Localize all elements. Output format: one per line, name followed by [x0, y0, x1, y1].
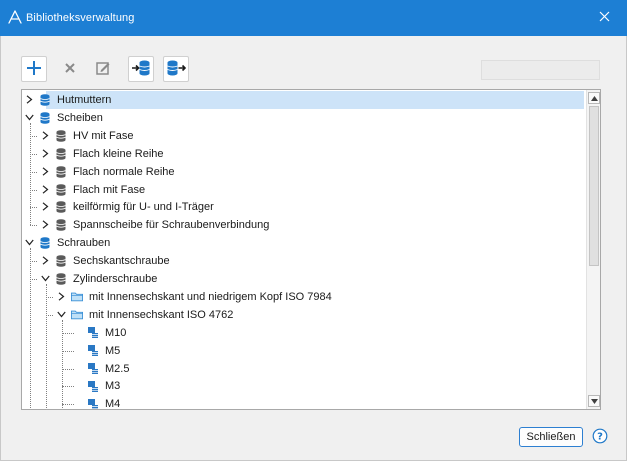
tree-row[interactable]: Flach normale Reihe: [22, 163, 586, 181]
screw-icon: [87, 326, 99, 340]
screw-icon: [87, 397, 99, 409]
tree-item-label: M4: [105, 398, 121, 410]
edit-button[interactable]: [90, 56, 116, 82]
collapsed-chevron-icon[interactable]: [57, 292, 66, 301]
database-icon: [55, 254, 67, 268]
tree-row[interactable]: M5: [22, 342, 586, 360]
screw-icon: [87, 362, 99, 376]
tree-item-label: M2.5: [105, 362, 130, 375]
tree-scrollbar[interactable]: [586, 90, 600, 409]
folder-icon: [71, 290, 83, 304]
tree-item-label: HV mit Fase: [73, 129, 134, 142]
tree-item-label: Scheiben: [57, 111, 103, 124]
tree-row[interactable]: Zylinderschraube: [22, 270, 586, 288]
tree-item-label: Flach mit Fase: [73, 183, 146, 196]
tree-item-label: Spannscheibe für Schraubenverbindung: [73, 219, 270, 232]
help-button[interactable]: ?: [591, 428, 609, 446]
screw-icon: [87, 379, 99, 393]
close-button[interactable]: Schließen: [519, 427, 583, 447]
tree-item-label: Flach kleine Reihe: [73, 147, 164, 160]
collapsed-chevron-icon[interactable]: [41, 256, 50, 265]
tree-row[interactable]: keilförmig für U- und I-Träger: [22, 198, 586, 216]
scroll-up-button[interactable]: [588, 92, 600, 104]
tree-row[interactable]: Flach mit Fase: [22, 181, 586, 199]
collapsed-chevron-icon[interactable]: [41, 149, 50, 158]
collapsed-chevron-icon[interactable]: [41, 184, 50, 194]
tree-row[interactable]: Flach kleine Reihe: [22, 145, 586, 163]
tree-row[interactable]: Sechskantschraube: [22, 252, 586, 270]
library-tree[interactable]: Hutmuttern Scheiben HV mit Fase Flach klein…: [21, 89, 601, 410]
database-import-icon: [131, 59, 151, 80]
tree-row[interactable]: mit Innensechskant und niedrigem Kopf IS…: [22, 288, 586, 306]
search-input[interactable]: [481, 60, 600, 80]
database-icon: [39, 93, 51, 107]
expanded-chevron-icon[interactable]: [25, 238, 34, 247]
expanded-chevron-icon[interactable]: [57, 310, 66, 319]
database-icon: [55, 147, 67, 161]
scroll-down-icon: [590, 395, 598, 407]
database-icon: [55, 272, 67, 286]
screw-icon: [87, 344, 99, 358]
window-title: Bibliotheksverwaltung: [26, 12, 135, 24]
tree-item-label: M5: [105, 344, 121, 357]
database-icon: [39, 236, 51, 250]
help-icon: ?: [592, 428, 608, 447]
title-bar: Bibliotheksverwaltung: [0, 0, 627, 36]
svg-text:?: ?: [597, 431, 603, 442]
tree-row[interactable]: HV mit Fase: [22, 127, 586, 145]
tree-item-label: mit Innensechskant ISO 4762: [89, 308, 234, 321]
tree-row[interactable]: Schrauben: [22, 234, 586, 252]
app-triangle-icon: [8, 10, 22, 24]
database-icon: [55, 218, 67, 232]
tree-row[interactable]: M10: [22, 324, 586, 342]
collapsed-chevron-icon[interactable]: [41, 166, 50, 176]
scroll-thumb[interactable]: [589, 106, 599, 266]
tree-item-label: Zylinderschraube: [73, 273, 158, 285]
database-icon: [55, 165, 67, 179]
x-icon: [64, 62, 76, 77]
tree-row[interactable]: Spannscheibe für Schraubenverbindung: [22, 216, 586, 234]
scroll-up-icon: [590, 92, 598, 104]
tree-row[interactable]: M2.5: [22, 360, 586, 378]
tree-item-label: Sechskantschraube: [73, 255, 170, 268]
tree-item-label: M3: [105, 380, 121, 393]
database-icon: [39, 111, 51, 125]
collapsed-chevron-icon[interactable]: [25, 95, 34, 104]
expanded-chevron-icon[interactable]: [41, 274, 50, 283]
tree-row[interactable]: M4: [22, 395, 586, 410]
collapsed-chevron-icon[interactable]: [41, 202, 50, 212]
tree-row[interactable]: M3: [22, 377, 586, 395]
tree-item-label: M10: [105, 326, 127, 339]
selection-highlight: [46, 91, 584, 109]
close-icon: [599, 11, 610, 25]
import-button[interactable]: [128, 56, 154, 82]
edit-icon: [95, 60, 111, 79]
scroll-down-button[interactable]: [588, 395, 600, 407]
window-close-button[interactable]: [593, 7, 615, 29]
database-icon: [55, 129, 67, 143]
tree-item-label: keilförmig für U- und I-Träger: [73, 201, 214, 214]
expanded-chevron-icon[interactable]: [25, 113, 34, 122]
tree-item-label: Schrauben: [57, 237, 111, 250]
add-button[interactable]: [21, 56, 47, 82]
tree-item-label: mit Innensechskant und niedrigem Kopf IS…: [89, 290, 332, 303]
tree-item-label: Flach normale Reihe: [73, 165, 175, 178]
database-export-icon: [166, 59, 187, 80]
delete-button[interactable]: [57, 56, 83, 82]
collapsed-chevron-icon[interactable]: [41, 220, 50, 229]
tree-row[interactable]: Scheiben: [22, 109, 586, 127]
database-icon: [55, 200, 67, 214]
tree-item-label: Hutmuttern: [57, 93, 112, 107]
tree-row[interactable]: Hutmuttern: [22, 91, 586, 109]
database-icon: [55, 183, 67, 197]
tree-row[interactable]: mit Innensechskant ISO 4762: [22, 306, 586, 324]
folder-icon: [71, 308, 83, 322]
collapsed-chevron-icon[interactable]: [41, 131, 50, 140]
plus-icon: [26, 60, 42, 79]
export-button[interactable]: [163, 56, 189, 82]
